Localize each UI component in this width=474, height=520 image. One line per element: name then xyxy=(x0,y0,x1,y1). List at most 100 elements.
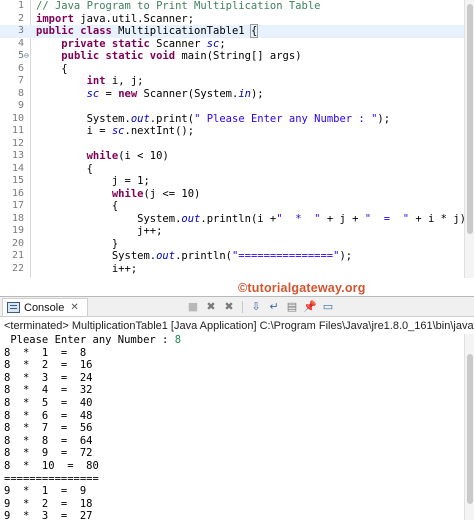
console-output-line: 8 * 4 = 32 xyxy=(4,384,93,397)
code-line[interactable]: 13 while(i < 10) xyxy=(0,150,474,163)
code-line[interactable]: 11 i = sc.nextInt(); xyxy=(0,125,474,138)
code-token: .print( xyxy=(149,112,195,125)
fold-toggle-icon[interactable]: ⊖ xyxy=(24,52,32,60)
code-line[interactable]: 5 ⊖ public static void main(String[] args… xyxy=(0,50,474,63)
console-output-line: 8 * 9 = 72 xyxy=(4,447,93,460)
code-token: " Please Enter any Number : " xyxy=(194,112,378,125)
word-wrap-icon[interactable]: ↵ xyxy=(267,300,281,314)
code-line[interactable]: 3 public class MultiplicationTable1 { xyxy=(0,24,474,38)
console-user-input: 8 xyxy=(174,334,182,346)
code-text: private static Scanner sc; xyxy=(36,38,225,51)
line-number: 16 xyxy=(11,187,24,199)
code-token: .println(i + xyxy=(200,212,277,225)
code-line[interactable]: 2 import java.util.Scanner; xyxy=(0,13,474,26)
console-output[interactable]: Please Enter any Number : 8 8 * 1 = 88 *… xyxy=(0,334,464,520)
pin-console-icon[interactable]: 📌 xyxy=(303,300,317,314)
console-view: Console ✕ ■ ✖ ✖ ⇩ ↵ ▤ 📌 ▭ <terminated> Multipli… xyxy=(0,296,474,520)
code-token: { xyxy=(36,200,119,212)
code-token: i = xyxy=(36,125,112,137)
code-token: MultiplicationTable1 xyxy=(111,25,251,37)
clear-console-icon[interactable]: ▤ xyxy=(285,300,299,314)
code-line[interactable]: 20 } xyxy=(0,238,474,251)
code-line[interactable]: 4 private static Scanner sc; xyxy=(0,38,474,51)
display-console-icon[interactable]: ▭ xyxy=(321,300,335,314)
code-line[interactable]: 15 j = 1; xyxy=(0,175,474,188)
line-number: 1 xyxy=(17,0,24,11)
code-token: { xyxy=(249,24,259,38)
toolbar-separator xyxy=(242,301,243,313)
code-text: { xyxy=(36,62,68,76)
code-editor[interactable]: 1 // Java Program to Print Multiplication… xyxy=(0,0,474,278)
code-token: (i < 10) xyxy=(118,150,169,162)
code-token: { xyxy=(36,62,68,75)
code-token: java.util.Scanner; xyxy=(73,12,195,25)
editor-vertical-scrollbar[interactable] xyxy=(464,0,474,278)
scroll-lock-icon[interactable]: ⇩ xyxy=(249,300,263,314)
code-text: } xyxy=(36,238,118,251)
code-token: import xyxy=(36,12,74,25)
code-text: public static void main(String[] args) xyxy=(36,50,301,63)
watermark: ©tutorialgateway.org xyxy=(238,281,366,295)
console-output-line: 8 * 10 = 80 xyxy=(4,460,99,472)
line-number: 8 xyxy=(17,87,24,99)
code-line[interactable]: 7 int i, j; xyxy=(0,75,474,88)
remove-all-terminated-icon[interactable]: ✖ xyxy=(222,300,236,314)
code-text: System.out.println("==============="); xyxy=(36,250,352,263)
code-token: .nextInt(); xyxy=(124,125,195,137)
console-output-line: 8 * 3 = 24 xyxy=(4,371,93,384)
editor-scroll-thumb[interactable] xyxy=(467,4,473,234)
code-token: j++; xyxy=(36,225,163,237)
code-token: i, j; xyxy=(105,75,144,87)
close-icon[interactable]: ✕ xyxy=(70,302,78,313)
code-line[interactable]: 21 System.out.println("===============")… xyxy=(0,250,474,263)
code-token: Scanner(System. xyxy=(137,87,239,100)
code-token: System. xyxy=(36,250,157,262)
line-number: 12 xyxy=(11,137,24,149)
console-vertical-scrollbar[interactable] xyxy=(464,334,474,520)
code-line[interactable]: 8 sc = new Scanner(System.in); xyxy=(0,88,474,101)
code-line[interactable]: 14 { xyxy=(0,163,474,176)
code-token: + j + xyxy=(320,212,365,225)
console-scroll-thumb[interactable] xyxy=(467,354,473,504)
code-token: while xyxy=(111,187,144,200)
code-line[interactable]: 16 while(j <= 10) xyxy=(0,188,474,201)
console-output-line: =============== xyxy=(4,472,99,485)
line-number: 18 xyxy=(11,212,24,224)
remove-launch-icon[interactable]: ✖ xyxy=(204,300,218,314)
code-line[interactable]: 10 System.out.print(" Please Enter any N… xyxy=(0,113,474,126)
console-tab[interactable]: Console ✕ xyxy=(2,298,88,316)
console-toolbar: ■ ✖ ✖ ⇩ ↵ ▤ 📌 ▭ xyxy=(186,299,335,315)
console-output-line: 8 * 5 = 40 xyxy=(4,397,93,409)
console-icon xyxy=(7,302,20,313)
code-token: + i * j); xyxy=(409,212,473,225)
code-line[interactable]: 1 // Java Program to Print Multiplication… xyxy=(0,0,474,13)
line-number: 9 xyxy=(17,100,24,111)
line-number: 10 xyxy=(11,112,24,124)
code-token: .println( xyxy=(175,250,232,262)
code-line[interactable]: 12 xyxy=(0,138,474,151)
code-text: { xyxy=(36,163,93,176)
code-line[interactable]: 6 { xyxy=(0,63,474,76)
code-line[interactable]: 17 { xyxy=(0,200,474,213)
terminate-icon[interactable]: ■ xyxy=(186,300,200,314)
code-token: System. xyxy=(36,212,182,225)
code-token: j = 1; xyxy=(36,175,150,187)
code-token: System. xyxy=(36,112,131,125)
code-text: j++; xyxy=(36,225,162,238)
code-token: ); xyxy=(377,112,391,125)
code-token: while xyxy=(86,150,119,162)
code-line[interactable]: 9 xyxy=(0,100,474,113)
console-tab-label: Console xyxy=(24,301,65,314)
code-text: System.out.print(" Please Enter any Numb… xyxy=(36,113,390,126)
code-line[interactable]: 19 j++; xyxy=(0,225,474,238)
code-line[interactable]: 22 i++; xyxy=(0,263,474,276)
code-token: out xyxy=(130,112,150,125)
line-number: 20 xyxy=(11,237,24,249)
code-text: while(j <= 10) xyxy=(36,187,201,201)
code-text: public class MultiplicationTable1 { xyxy=(36,24,259,38)
line-number: 3 xyxy=(17,25,24,36)
code-line[interactable]: 18 System.out.println(i +" * " + j + " =… xyxy=(0,213,474,226)
